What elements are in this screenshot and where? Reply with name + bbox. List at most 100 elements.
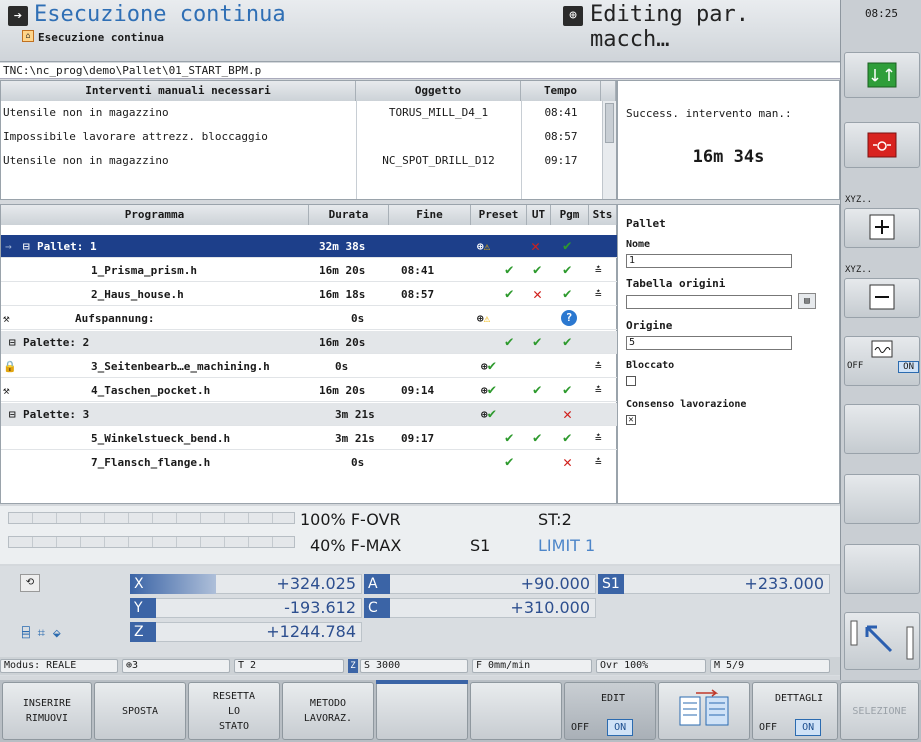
status-icon: ≛ — [595, 360, 602, 373]
consent-checkbox[interactable]: ✕ — [626, 415, 636, 425]
empty-softkey-2[interactable] — [470, 682, 562, 740]
spindle-toggle-button[interactable]: OFF ON — [844, 336, 920, 386]
xyz-label-2: XYZ.. — [845, 265, 873, 275]
move-softkey[interactable]: SPOSTA — [94, 682, 186, 740]
pgm-help-icon: ? — [561, 310, 577, 326]
origin-field[interactable]: 5 — [626, 336, 792, 350]
details-label: DETTAGLI — [775, 693, 824, 704]
col-header-object: Oggetto — [356, 81, 521, 101]
tool-missing-icon: ✕ — [533, 285, 543, 303]
nc-start-icon — [867, 62, 897, 88]
pgm-ok-icon: ✔ — [563, 286, 572, 302]
col-header-program: Programma — [1, 205, 309, 225]
feed-minus-button[interactable] — [844, 278, 920, 318]
pointer-select-button[interactable] — [844, 612, 920, 670]
col-header-interventions: Interventi manuali necessari — [1, 81, 356, 101]
table-row[interactable]: ⚒ 4_Taschen_pocket.h 16m 20s 09:14 ⊕✔ ✔ … — [1, 379, 618, 402]
collapse-icon[interactable]: ⊟ — [9, 403, 16, 426]
table-row[interactable]: 1_Prisma_prism.h 16m 20s 08:41 ✔ ✔ ✔ ≛ — [1, 259, 618, 282]
program-path: TNC:\nc_prog\demo\Pallet\01_START_BPM.p — [0, 63, 840, 79]
nc-stop-button[interactable] — [844, 122, 920, 168]
row-duration: 3m 21s — [335, 408, 375, 421]
reset-state-softkey[interactable]: RESETTA LO STATO — [188, 682, 280, 740]
intervention-row-3-time: 09:17 — [544, 154, 578, 167]
insert-remove-softkey[interactable]: INSERIRE RIMUOVI — [2, 682, 92, 740]
row-duration: 32m 38s — [319, 240, 366, 253]
intervention-row-1-text[interactable]: Utensile non in magazzino — [3, 102, 169, 124]
position-mode-icon[interactable]: ⟲ — [20, 574, 40, 592]
preset-ok-icon: ⊕✔ — [481, 382, 497, 398]
axis-s1-label: S1 — [598, 574, 624, 594]
collapse-icon[interactable]: ⊟ — [9, 331, 16, 354]
select-softkey[interactable]: SELEZIONE — [840, 682, 919, 740]
intervention-row-3-text[interactable]: Utensile non in magazzino — [3, 150, 169, 172]
side-softkey-empty-2[interactable] — [844, 474, 920, 524]
side-softkey-empty-3[interactable] — [844, 544, 920, 594]
axis-z-badge: Z — [348, 659, 358, 673]
table-row[interactable]: 5_Winkelstueck_bend.h 3m 21s 09:17 ✔ ✔ ✔… — [1, 427, 618, 450]
interventions-scrollbar[interactable] — [602, 101, 616, 199]
row-name: 4_Taschen_pocket.h — [91, 384, 211, 397]
axis-y-value: -193.612 — [284, 598, 356, 617]
next-intervention-panel: Success. intervento man.: 16m 34s — [617, 80, 840, 200]
table-row[interactable]: ⊟ Palette: 3 3m 21s ⊕✔ ✕ — [1, 403, 618, 426]
row-name: 5_Winkelstueck_bend.h — [91, 432, 231, 445]
locked-checkbox[interactable] — [626, 376, 636, 386]
side-softkey-empty-1[interactable] — [844, 404, 920, 454]
pgm-ok-icon: ✔ — [563, 382, 572, 398]
tool-table-icon: ⌸ — [22, 626, 30, 641]
row-name: 2_Haus_house.h — [91, 288, 184, 301]
spindle-status: S 3000 — [360, 659, 468, 673]
editing-mode-title[interactable]: Editing par. macch… — [590, 2, 840, 52]
collapse-icon[interactable]: ⊟ — [23, 235, 30, 258]
axis-x-label: X — [130, 574, 216, 594]
table-row[interactable]: 7_Flansch_flange.h 0s ✔ ✕ ≛ — [1, 451, 618, 474]
nc-start-button[interactable] — [844, 52, 920, 98]
row-name: Pallet: 1 — [37, 240, 97, 253]
details-toggle-softkey[interactable]: DETTAGLI OFF ON — [752, 682, 838, 740]
pgm-ok-icon: ✔ — [563, 238, 572, 254]
origin-table-field[interactable] — [626, 295, 792, 309]
row-duration: 16m 20s — [319, 384, 366, 397]
row-name: Palette: 3 — [23, 408, 90, 421]
row-name: Palette: 2 — [23, 336, 90, 349]
col-header-sts: Sts — [589, 205, 617, 225]
intervention-row-2-text[interactable]: Impossibile lavorare attrezz. bloccaggio — [3, 126, 268, 148]
row-end: 09:14 — [401, 384, 435, 397]
intervention-row-2-object — [356, 126, 521, 148]
table-row[interactable]: ⚒ Aufspannung: 0s ⊕⚠ ? — [1, 307, 618, 330]
col-header-end: Fine — [389, 205, 471, 225]
tool-holder-icon: ⬙ — [52, 626, 61, 641]
name-field[interactable]: 1 — [626, 254, 792, 268]
axis-x-value: +324.025 — [276, 574, 356, 593]
preset-ok-icon: ✔ — [505, 334, 514, 350]
view-softkey[interactable] — [658, 682, 750, 740]
feed-plus-button[interactable] — [844, 208, 920, 248]
table-row[interactable]: 2_Haus_house.h 16m 18s 08:57 ✔ ✕ ✔ ≛ — [1, 283, 618, 306]
machining-method-softkey[interactable]: METODO LAVORAZ. — [282, 682, 374, 740]
nc-stop-icon — [867, 132, 897, 158]
fixture-icon: ⚒ — [3, 312, 10, 325]
table-row[interactable]: → ⊟ Pallet: 1 32m 38s ⊕⚠ ✕ ✔ — [1, 235, 618, 258]
fixture-icon: ⚒ — [3, 384, 10, 397]
minus-icon — [869, 284, 895, 310]
row-name: 3_Seitenbearb…e_machining.h — [91, 360, 270, 373]
preset-status: ⊕3 — [122, 659, 230, 673]
status-icon: ≛ — [595, 456, 602, 469]
header-bar: ➔ Esecuzione continua ⌂ Esecuzione conti… — [0, 0, 840, 62]
status-icon: ≛ — [595, 384, 602, 397]
feed-status: F 0mm/min — [472, 659, 592, 673]
preset-warning-icon: ⊕⚠ — [477, 240, 491, 253]
status-icon: ≛ — [595, 264, 602, 277]
pgm-ok-icon: ✔ — [563, 262, 572, 278]
override-status: Ovr 100% — [596, 659, 706, 673]
clock: 08:25 — [864, 7, 899, 20]
row-name: 1_Prisma_prism.h — [91, 264, 197, 277]
empty-softkey-1[interactable] — [376, 682, 468, 740]
tool-graphic-icon: ⌗ — [37, 626, 45, 641]
table-row[interactable]: 🔒 3_Seitenbearb…e_machining.h 0s ⊕✔ ≛ — [1, 355, 618, 378]
spindle-off-label: OFF — [847, 361, 864, 371]
browse-button[interactable]: ▤ — [798, 293, 816, 309]
edit-toggle-softkey[interactable]: EDIT OFF ON — [564, 682, 656, 740]
table-row[interactable]: ⊟ Palette: 2 16m 20s ✔ ✔ ✔ — [1, 331, 618, 354]
